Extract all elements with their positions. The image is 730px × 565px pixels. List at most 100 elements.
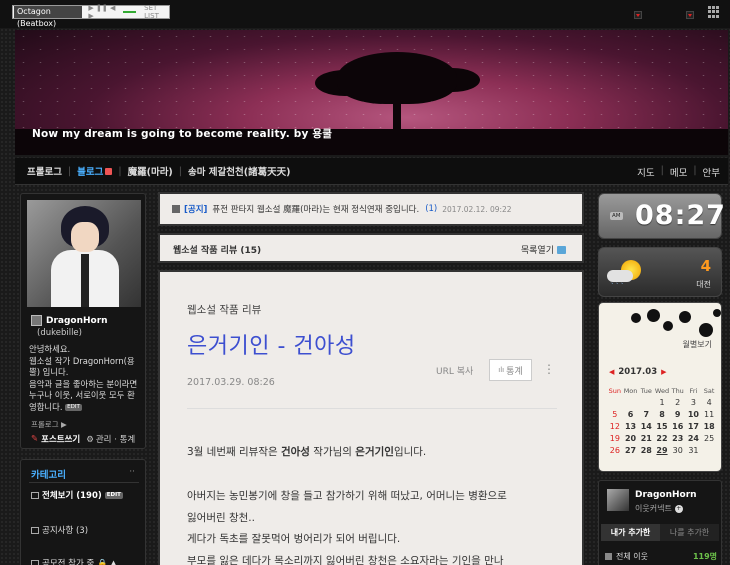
weather-widget[interactable]: ` ` ` 4 대전: [598, 247, 722, 297]
calendar-day[interactable]: 23: [670, 434, 686, 443]
nav-item-memo[interactable]: 메모: [670, 165, 687, 179]
calendar-day[interactable]: 15: [654, 422, 670, 431]
notice-text[interactable]: 퓨전 판타지 웹소설 魔羅(마라)는 현재 정식연재 중입니다.: [212, 203, 419, 215]
notice-bar[interactable]: [공지] 퓨전 판타지 웹소설 魔羅(마라)는 현재 정식연재 중입니다. (1…: [158, 192, 584, 226]
folder-icon: [31, 559, 39, 565]
post-category-header: 웹소설 작품 리뷰 (15) 목록열기: [158, 233, 584, 263]
calendar-day[interactable]: 21: [638, 434, 654, 443]
neighbor-count: 119명: [692, 552, 717, 561]
calendar-day[interactable]: 20: [623, 434, 639, 443]
dropdown-arrow-icon[interactable]: [686, 11, 694, 19]
nav-item-mara[interactable]: 魔羅(마라): [128, 164, 173, 178]
calendar-day[interactable]: 24: [686, 434, 702, 443]
clock-time: 08:27: [635, 200, 726, 231]
calendar-day[interactable]: 6: [623, 410, 639, 419]
weekday-label: Sun: [608, 387, 622, 395]
weekday-label: Mon: [623, 387, 638, 395]
calendar-day[interactable]: 11: [701, 410, 717, 419]
volume-bar[interactable]: [122, 11, 137, 13]
more-options-icon[interactable]: ⋮: [543, 362, 555, 376]
blog-nav: 프롤로그 | 블로그 | 魔羅(마라) | 송마 제갈천천(諸葛天天) 지도 |…: [15, 158, 728, 185]
list-toggle-button[interactable]: 목록열기: [521, 243, 566, 256]
nav-item-blog[interactable]: 블로그: [77, 164, 103, 178]
folder-icon: [31, 526, 39, 534]
neighbor-connect-link[interactable]: 이웃커넥트 +: [635, 503, 683, 514]
calendar-day[interactable]: 27: [623, 446, 639, 455]
calendar-widget: 월별보기 ◀ 2017.03 ▶ Sun Mon Tue Wed Thu Fri Sat 1 2…: [598, 302, 722, 472]
tab-added-me[interactable]: 나를 추가한: [660, 524, 719, 541]
edit-badge[interactable]: EDIT: [65, 403, 82, 411]
category-item-all[interactable]: 전체보기 (190) EDIT: [31, 489, 123, 501]
write-post-button[interactable]: 포스트쓰기: [41, 433, 80, 445]
post-category-title[interactable]: 웹소설 작품 리뷰 (15): [173, 243, 261, 256]
calendar-day[interactable]: 7: [638, 410, 654, 419]
neighbor-all-row[interactable]: 전체 이웃 119명: [605, 551, 717, 562]
calendar-day[interactable]: 14: [638, 422, 654, 431]
url-copy-button[interactable]: URL 복사: [436, 364, 473, 377]
neighbor-name[interactable]: DragonHorn: [635, 490, 697, 500]
calendar-day[interactable]: 17: [686, 422, 702, 431]
calendar-day[interactable]: 19: [607, 434, 623, 443]
post-article: 웹소설 작품 리뷰 은거기인 - 건아성 URL 복사 ılı 통계 ⋮ 201…: [158, 270, 584, 565]
calendar-day[interactable]: 2: [670, 398, 686, 407]
category-more[interactable]: ··: [129, 467, 135, 477]
category-item-contest[interactable]: 공모전 참가 중 🔒 ▲: [31, 557, 117, 565]
rain-icon: ` ` `: [611, 283, 624, 290]
prologue-link[interactable]: 프롤로그 ▶: [31, 419, 67, 430]
calendar-day[interactable]: 22: [654, 434, 670, 443]
calendar-day[interactable]: 13: [623, 422, 639, 431]
calendar-day[interactable]: 30: [670, 446, 686, 455]
weekday-label: Thu: [671, 387, 684, 395]
calendar-day[interactable]: 29: [654, 446, 670, 455]
calendar-day[interactable]: 4: [701, 398, 717, 407]
next-month-icon[interactable]: ▶: [661, 368, 666, 376]
nav-item-prologue[interactable]: 프롤로그: [27, 164, 62, 178]
monthly-view-button[interactable]: 월별보기: [683, 339, 712, 350]
calendar-day[interactable]: 5: [607, 410, 623, 419]
calendar-day[interactable]: 1: [654, 398, 670, 407]
weekday-label: Tue: [640, 387, 652, 395]
calendar-day[interactable]: 28: [638, 446, 654, 455]
calendar-day[interactable]: 8: [654, 410, 670, 419]
weather-city: 대전: [696, 280, 711, 289]
rss-icon[interactable]: [105, 167, 113, 175]
player-controls[interactable]: ▶ ❚❚ ◀ ▶: [88, 4, 117, 20]
neighbor-avatar[interactable]: [607, 489, 629, 511]
tab-added-by-me[interactable]: 내가 추가한: [601, 524, 660, 541]
cloud-icon: [607, 270, 633, 282]
top-bar: Octagon (Beatbox) ▶ ❚❚ ◀ ▶ SET LIST: [0, 0, 730, 28]
calendar-day[interactable]: 16: [670, 422, 686, 431]
nav-item-jegal[interactable]: 송마 제갈천천(諸葛天天): [188, 164, 290, 178]
gear-icon: ⚙: [86, 435, 94, 445]
calendar-day[interactable]: 31: [686, 446, 702, 455]
calendar-day[interactable]: 3: [686, 398, 702, 407]
calendar-day[interactable]: 25: [701, 434, 717, 443]
pencil-icon: ✎: [31, 434, 39, 444]
post-paragraph: 게다가 독초를 잘못먹어 벙어리가 되어 버립니다.: [187, 533, 401, 545]
profile-widget: DragonHorn (dukebille) 안녕하세요. 웹소설 작가 Dra…: [20, 193, 146, 449]
prev-month-icon[interactable]: ◀: [609, 368, 614, 376]
stats-button[interactable]: ılı 통계: [489, 359, 532, 381]
dropdown-arrow-icon[interactable]: [634, 11, 642, 19]
calendar-day[interactable]: 26: [607, 446, 623, 455]
nav-item-map[interactable]: 지도: [637, 165, 654, 179]
edit-badge[interactable]: EDIT: [104, 491, 123, 499]
beatbox-player[interactable]: Octagon (Beatbox) ▶ ❚❚ ◀ ▶ SET LIST: [12, 4, 170, 28]
app-grid-icon[interactable]: [708, 6, 720, 18]
calendar-day[interactable]: 10: [686, 410, 702, 419]
profile-id: (dukebille): [37, 328, 82, 338]
notice-comment-count[interactable]: (1): [425, 204, 437, 214]
calendar-day[interactable]: 18: [701, 422, 717, 431]
profile-avatar[interactable]: [27, 200, 141, 307]
weekday-label: Sat: [703, 387, 715, 395]
calendar-day[interactable]: 12: [607, 422, 623, 431]
profile-name[interactable]: DragonHorn: [31, 315, 108, 326]
post-title: 은거기인 - 건아성: [187, 334, 356, 359]
calendar-day[interactable]: 9: [670, 410, 686, 419]
post-category[interactable]: 웹소설 작품 리뷰: [187, 302, 261, 317]
category-item-notice[interactable]: 공지사항 (3): [31, 524, 88, 536]
nav-item-guestbook[interactable]: 안부: [703, 165, 720, 179]
calendar-grid: Sun Mon Tue Wed Thu Fri Sat 1 2 3 4 5 6 7 8 9 10 11 12 13 14…: [607, 387, 717, 455]
admin-stats-link[interactable]: ⚙ 관리 · 통계: [86, 433, 135, 445]
set-list-button[interactable]: SET LIST: [144, 4, 169, 20]
